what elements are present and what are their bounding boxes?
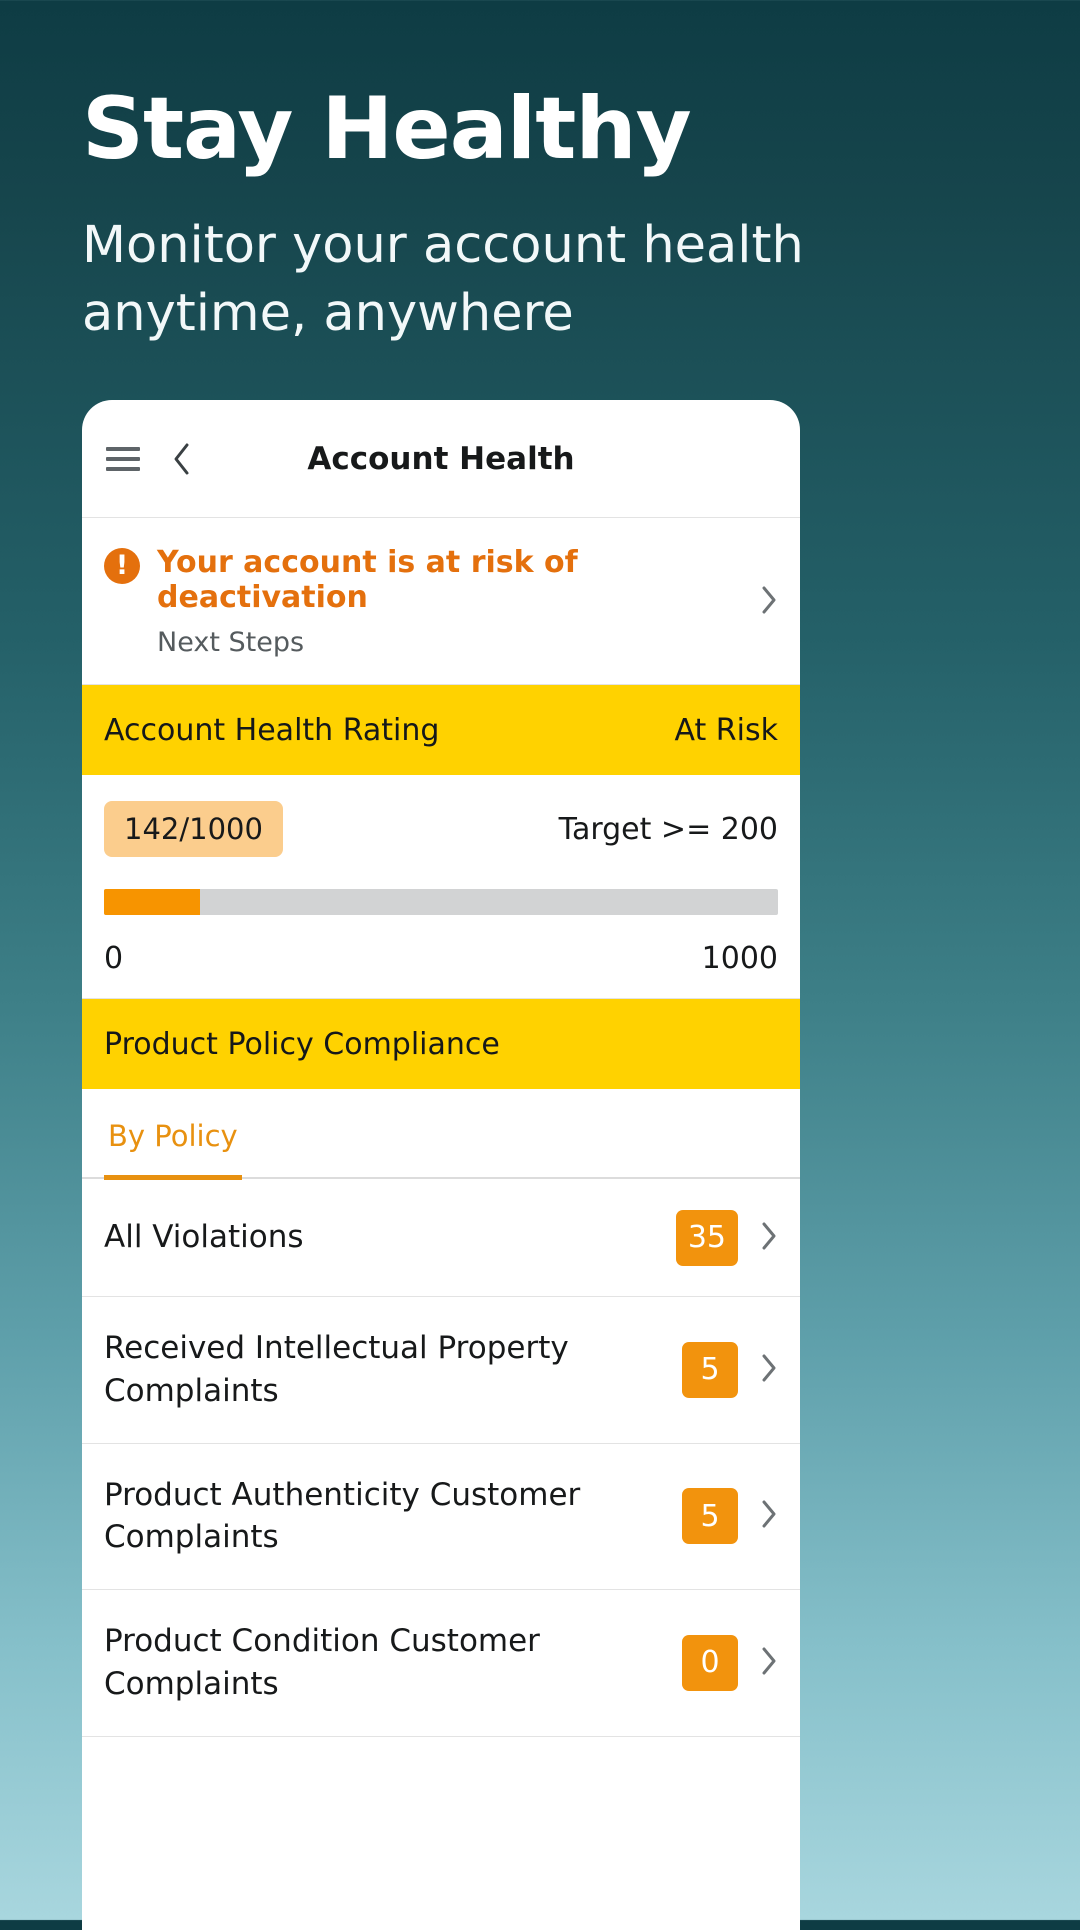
score-top-row: 142/1000 Target >= 200 (104, 801, 778, 857)
score-progress-fill (104, 889, 200, 915)
chevron-right-icon[interactable] (760, 1221, 778, 1255)
alert-text-group: Your account is at risk of deactivation … (157, 545, 752, 658)
phone-screenshot-card: Account Health ! Your account is at risk… (82, 400, 800, 1930)
rating-band-label: Account Health Rating (104, 712, 440, 748)
violations-list: All Violations 35 Received Intellectual … (82, 1179, 800, 1737)
status-badge: 35 (675, 1209, 738, 1266)
hero-subtitle: Monitor your account health anytime, any… (82, 216, 804, 344)
tab-by-policy[interactable]: By Policy (104, 1089, 242, 1180)
list-item[interactable]: Product Authenticity Customer Complaints… (82, 1444, 800, 1591)
status-badge: 5 (682, 1488, 738, 1545)
account-health-rating-band: Account Health Rating At Risk (82, 685, 800, 775)
status-badge: 0 (682, 1634, 738, 1691)
rating-band-status: At Risk (674, 712, 778, 748)
chevron-right-icon[interactable] (760, 585, 778, 619)
product-policy-compliance-band: Product Policy Compliance (82, 999, 800, 1089)
hamburger-menu-icon[interactable] (106, 446, 140, 471)
score-target-label: Target >= 200 (558, 811, 778, 847)
chevron-right-icon[interactable] (760, 1646, 778, 1680)
exclamation-circle-icon: ! (104, 548, 140, 584)
account-risk-alert[interactable]: ! Your account is at risk of deactivatio… (82, 518, 800, 685)
compliance-band-label: Product Policy Compliance (104, 1026, 500, 1062)
score-value-pill: 142/1000 (104, 801, 283, 857)
chevron-left-icon[interactable] (170, 441, 192, 477)
scale-min-label: 0 (104, 941, 124, 976)
chevron-right-icon[interactable] (760, 1499, 778, 1533)
list-item[interactable]: Product Condition Customer Complaints 0 (82, 1590, 800, 1737)
violation-label: Product Authenticity Customer Complaints (104, 1476, 581, 1556)
list-item[interactable]: Received Intellectual Property Complaint… (82, 1297, 800, 1444)
scale-max-label: 1000 (701, 941, 778, 976)
alert-subtitle: Next Steps (157, 627, 305, 658)
compliance-tabs: By Policy (82, 1089, 800, 1180)
hero-title: Stay Healthy (82, 79, 692, 179)
health-score-block: 142/1000 Target >= 200 0 1000 (82, 775, 800, 999)
score-scale: 0 1000 (104, 941, 778, 976)
hero-section: Stay Healthy Monitor your account health… (0, 0, 1080, 349)
score-progress-bar (104, 889, 778, 915)
list-item[interactable]: All Violations 35 (82, 1179, 800, 1297)
chevron-right-icon[interactable] (760, 1353, 778, 1387)
app-header: Account Health (82, 400, 800, 518)
violation-label: Product Condition Customer Complaints (104, 1623, 540, 1702)
status-badge: 5 (682, 1341, 738, 1398)
violation-label: Received Intellectual Property Complaint… (104, 1330, 569, 1409)
alert-title: Your account is at risk of deactivation (157, 545, 578, 615)
violation-label: All Violations (104, 1219, 304, 1256)
